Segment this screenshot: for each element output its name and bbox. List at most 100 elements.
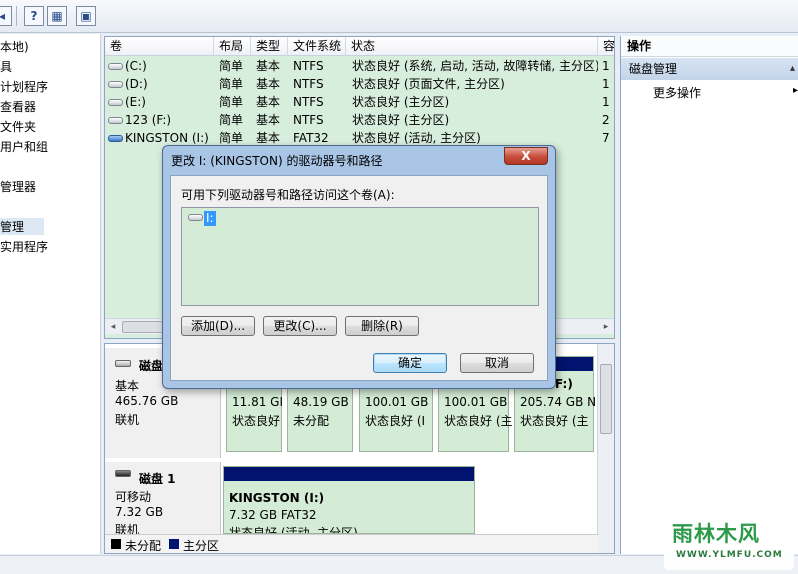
dialog-body: 可用下列驱动器号和路径访问这个卷(A): I: 添加(D)... 更改(C)..… xyxy=(170,175,548,381)
ok-button[interactable]: 确定 xyxy=(373,353,447,373)
change-drive-letter-dialog: 更改 I: (KINGSTON) 的驱动器号和路径 X 可用下列驱动器号和路径访… xyxy=(162,145,556,389)
volume-capacity: 1 xyxy=(602,59,610,73)
disk-1-title: 磁盘 1 xyxy=(139,472,176,486)
actions-section-label: 磁盘管理 xyxy=(629,62,678,76)
scroll-left-icon[interactable]: ◂ xyxy=(105,319,121,335)
console-icon[interactable]: ▣ xyxy=(76,6,96,26)
disk-1-size: 7.32 GB xyxy=(115,505,164,519)
scrollbar-thumb[interactable] xyxy=(600,364,612,434)
volume-capacity: 1 xyxy=(602,95,610,109)
toolbar: ◂ ? ▦ ▣ xyxy=(0,0,798,33)
partition-status: 状态良好 (活动, 主分区) xyxy=(229,526,358,534)
close-button[interactable]: X xyxy=(504,147,548,165)
collapse-icon[interactable]: ▴ xyxy=(790,58,795,80)
volume-status: 状态良好 (系统, 启动, 活动, 故障转储, 主分区) xyxy=(352,59,598,73)
hard-disk-icon xyxy=(115,360,131,367)
volume-status: 状态良好 (主分区) xyxy=(352,113,450,127)
column-header-type[interactable]: 类型 xyxy=(251,37,288,56)
removable-disk-icon xyxy=(115,470,131,477)
volume-name: (C:) xyxy=(125,59,147,73)
partition-size: 100.01 GB xyxy=(365,395,429,409)
partition-e[interactable]: 100.01 GB 状态良好 (主 xyxy=(438,386,513,452)
vertical-scrollbar[interactable] xyxy=(597,344,614,553)
column-header-volume[interactable]: 卷 xyxy=(105,37,214,56)
volume-name: 123 (F:) xyxy=(125,113,172,127)
tree-item-services-apps[interactable]: 实用程序 xyxy=(0,238,48,255)
tree-item-tools[interactable]: 具 xyxy=(0,58,12,75)
usb-drive-icon xyxy=(108,135,123,142)
drive-icon xyxy=(188,214,203,221)
partition-status: 状态良好 (主 xyxy=(444,414,513,428)
partition-unallocated[interactable]: 48.19 GB 未分配 xyxy=(287,386,353,452)
tree-item-event-viewer[interactable]: 查看器 xyxy=(0,98,36,115)
drive-path-list[interactable]: I: xyxy=(181,207,539,306)
back-icon[interactable]: ◂ xyxy=(0,6,12,26)
partition-d[interactable]: 100.01 GB 状态良好 (I xyxy=(359,386,433,452)
partition-kingston[interactable]: KINGSTON (I:) 7.32 GB FAT32 状态良好 (活动, 主分… xyxy=(223,466,475,534)
toolbar-separator xyxy=(16,6,17,26)
volume-capacity: 2 xyxy=(602,113,610,127)
legend-label-primary: 主分区 xyxy=(183,539,220,553)
column-header-filesystem[interactable]: 文件系统 xyxy=(288,37,346,56)
volume-status: 状态良好 (主分区) xyxy=(352,95,450,109)
volume-fs: NTFS xyxy=(293,95,324,109)
submenu-arrow-icon[interactable]: ▸ xyxy=(793,85,798,96)
more-actions-link[interactable]: 更多操作 xyxy=(653,84,701,101)
dialog-title: 更改 I: (KINGSTON) 的驱动器号和路径 xyxy=(171,154,383,168)
volume-name: (E:) xyxy=(125,95,146,109)
drive-icon xyxy=(108,81,123,88)
legend-swatch-primary xyxy=(169,539,179,549)
partition-size: 11.81 GI xyxy=(232,395,284,409)
tree-item-task-scheduler[interactable]: 计划程序 xyxy=(0,78,48,95)
volume-row[interactable]: 123 (F:) 简单 基本 NTFS 状态良好 (主分区) 2 xyxy=(105,111,614,129)
actions-section-disk-management[interactable]: 磁盘管理 ▴ xyxy=(621,58,798,80)
volume-row[interactable]: (E:) 简单 基本 NTFS 状态良好 (主分区) 1 xyxy=(105,93,614,111)
list-item-selected[interactable]: I: xyxy=(204,211,216,226)
partition-status: 状态良好 (I xyxy=(365,414,426,428)
tree-item-device-manager[interactable]: 管理器 xyxy=(0,178,36,195)
volume-fs: NTFS xyxy=(293,77,324,91)
tree-item-shared-folders[interactable]: 文件夹 xyxy=(0,118,36,135)
partition-size: 100.01 GB xyxy=(444,395,508,409)
legend-swatch-unallocated xyxy=(111,539,121,549)
volume-status: 状态良好 (页面文件, 主分区) xyxy=(352,77,505,91)
partition-size: 48.19 GB xyxy=(293,395,349,409)
volume-list-header: 卷 布局 类型 文件系统 状态 容 xyxy=(105,37,614,56)
scroll-right-icon[interactable]: ▸ xyxy=(598,319,614,335)
remove-button[interactable]: 删除(R) xyxy=(345,316,419,336)
column-header-status[interactable]: 状态 xyxy=(346,37,598,56)
cancel-button[interactable]: 取消 xyxy=(460,353,534,373)
disk-0-size: 465.76 GB xyxy=(115,394,179,408)
change-button[interactable]: 更改(C)... xyxy=(263,316,337,336)
disk-0-status: 联机 xyxy=(115,413,140,427)
disk-1-label[interactable]: 磁盘 1 可移动 7.32 GB 联机 xyxy=(105,462,221,537)
volume-type: 基本 xyxy=(256,77,281,91)
legend: 未分配 主分区 xyxy=(105,534,599,553)
tree-item-local[interactable]: 本地) xyxy=(0,38,29,55)
volume-row[interactable]: (C:) 简单 基本 NTFS 状态良好 (系统, 启动, 活动, 故障转储, … xyxy=(105,57,614,75)
volume-type: 基本 xyxy=(256,59,281,73)
tree-item-users-groups[interactable]: 用户和组 xyxy=(0,138,48,155)
volume-layout: 简单 xyxy=(219,59,244,73)
volume-capacity: 1 xyxy=(602,77,610,91)
navigation-tree: 本地) 具 计划程序 查看器 文件夹 用户和组 管理器 管理 实用程序 xyxy=(0,34,101,554)
volume-name: (D:) xyxy=(125,77,148,91)
column-header-layout[interactable]: 布局 xyxy=(214,37,251,56)
disk-0-type: 基本 xyxy=(115,379,140,393)
partition-name: KINGSTON (I:) xyxy=(229,491,325,505)
column-header-capacity[interactable]: 容 xyxy=(598,37,614,56)
partition-name: F:) xyxy=(555,377,573,391)
actions-pane: 操作 磁盘管理 ▴ 更多操作 ▸ xyxy=(620,36,798,554)
tree-item-disk-management[interactable]: 管理 xyxy=(0,218,45,235)
partition-size: 205.74 GB N xyxy=(520,395,597,409)
dialog-prompt: 可用下列驱动器号和路径访问这个卷(A): xyxy=(181,188,395,202)
partition-c[interactable]: 11.81 GI 状态良好 xyxy=(226,386,284,452)
properties-icon[interactable]: ▦ xyxy=(47,6,67,26)
help-icon[interactable]: ? xyxy=(24,6,44,26)
drive-icon xyxy=(108,117,123,124)
volume-row[interactable]: (D:) 简单 基本 NTFS 状态良好 (页面文件, 主分区) 1 xyxy=(105,75,614,93)
add-button[interactable]: 添加(D)... xyxy=(181,316,255,336)
watermark-logo: 雨林木风 WWW.YLMFU.COM xyxy=(664,512,794,570)
volume-capacity: 7 xyxy=(602,131,610,145)
volume-type: 基本 xyxy=(256,113,281,127)
